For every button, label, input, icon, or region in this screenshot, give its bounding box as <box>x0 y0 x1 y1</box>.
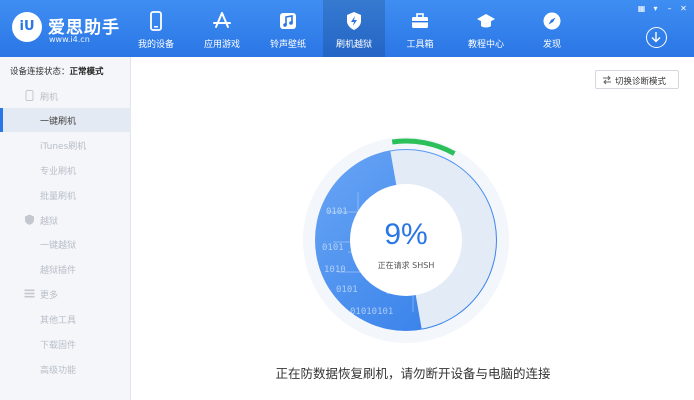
section-label: 更多 <box>40 291 59 301</box>
section-more: 更多 <box>0 283 131 305</box>
sidebar-item-label: 其他工具 <box>40 316 77 326</box>
section-jailbreak: 越狱 <box>0 209 131 231</box>
shield-icon <box>25 214 34 225</box>
section-label: 越狱 <box>40 217 59 227</box>
minimize-icon[interactable]: – <box>663 3 676 14</box>
sidebar-item-label: 越狱插件 <box>40 266 77 276</box>
flash-warning-message: 正在防数据恢复刷机，请勿断开设备与电脑的连接 <box>275 366 551 381</box>
toolbox-icon <box>412 13 428 28</box>
top-bar: iU 爱思助手 www.i4.cn 我的设备 应用游戏 铃声壁纸 刷机越狱 工具… <box>0 0 694 57</box>
nav-toolbox[interactable]: 工具箱 <box>389 0 451 57</box>
flash-icon <box>25 90 34 101</box>
sidebar-item-pro-flash[interactable]: 专业刷机 <box>0 158 131 182</box>
main-panel: 切换诊断模式 0101 0101 1010 0101 01010101 9% 正… <box>132 57 694 400</box>
phone-icon <box>150 11 162 31</box>
close-icon[interactable]: ✕ <box>677 3 690 14</box>
device-status: 设备连接状态：正常模式 <box>10 65 104 77</box>
nav-label: 我的设备 <box>137 40 174 50</box>
progress-percent: 9% <box>384 218 428 251</box>
menu-dropdown-icon[interactable]: ▾ <box>649 3 662 14</box>
nav-label: 应用游戏 <box>203 40 240 50</box>
menu-icon <box>24 289 35 298</box>
nav-flash-jailbreak[interactable]: 刷机越狱 <box>323 0 385 57</box>
sidebar-item-batch-flash[interactable]: 批量刷机 <box>0 183 131 207</box>
sidebar-item-jailbreak-plugins[interactable]: 越狱插件 <box>0 257 131 281</box>
sidebar-item-label: 下载固件 <box>40 341 77 351</box>
nav-label: 工具箱 <box>406 40 434 50</box>
sidebar-item-label: 一键越狱 <box>40 241 77 251</box>
sidebar-item-label: 一键刷机 <box>40 117 77 127</box>
window-controls: ▦ ▾ – ✕ <box>634 3 690 15</box>
nav-my-device[interactable]: 我的设备 <box>125 0 187 57</box>
sidebar-item-label: 专业刷机 <box>40 167 77 177</box>
progress-status: 正在请求 SHSH <box>377 261 435 270</box>
app-logo[interactable]: iU 爱思助手 www.i4.cn <box>12 9 132 49</box>
app-store-icon <box>213 12 231 28</box>
status-value: 正常模式 <box>69 67 104 77</box>
sidebar-item-itunes-flash[interactable]: iTunes刷机 <box>0 133 131 157</box>
sidebar: 设备连接状态：正常模式 刷机 一键刷机 iTunes刷机 专业刷机 批量刷机 越… <box>0 57 131 400</box>
skin-icon[interactable]: ▦ <box>635 3 648 14</box>
nav-label: 发现 <box>542 40 561 50</box>
nav-discover[interactable]: 发现 <box>521 0 583 57</box>
nav-ringtones[interactable]: 铃声壁纸 <box>257 0 319 57</box>
flash-icon <box>347 12 361 30</box>
sidebar-item-label: 高级功能 <box>40 366 77 376</box>
section-label: 刷机 <box>40 93 59 103</box>
status-label: 设备连接状态： <box>10 67 70 77</box>
music-icon <box>280 13 296 29</box>
binary-text: 0101 <box>336 285 358 295</box>
switch-icon <box>603 75 611 85</box>
sidebar-item-label: iTunes刷机 <box>40 142 87 152</box>
diag-button-label: 切换诊断模式 <box>615 77 667 87</box>
nav-label: 铃声壁纸 <box>269 40 306 50</box>
flash-progress-ring: 0101 0101 1010 0101 01010101 9% 正在请求 SHS… <box>298 132 514 348</box>
sidebar-item-one-click-flash[interactable]: 一键刷机 <box>0 108 131 132</box>
nav-label: 教程中心 <box>467 40 504 50</box>
logo-mark: iU <box>12 12 42 42</box>
binary-text: 0101 <box>326 207 348 217</box>
sidebar-item-other-tools[interactable]: 其他工具 <box>0 307 131 331</box>
download-arrow-icon <box>651 32 661 43</box>
sidebar-item-advanced[interactable]: 高级功能 <box>0 357 131 381</box>
compass-icon <box>543 12 561 30</box>
section-flash: 刷机 <box>0 85 131 107</box>
graduation-cap-icon <box>477 14 495 28</box>
nav-tutorials[interactable]: 教程中心 <box>455 0 517 57</box>
nav-label: 刷机越狱 <box>335 40 372 50</box>
sidebar-item-one-click-jailbreak[interactable]: 一键越狱 <box>0 232 131 256</box>
nav-apps-games[interactable]: 应用游戏 <box>191 0 253 57</box>
sidebar-item-label: 批量刷机 <box>40 192 77 202</box>
switch-diagnostic-mode-button[interactable]: 切换诊断模式 <box>595 70 679 89</box>
binary-text: 01010101 <box>350 307 393 317</box>
sidebar-item-download-firmware[interactable]: 下载固件 <box>0 332 131 356</box>
download-button[interactable] <box>646 27 667 48</box>
app-url: www.i4.cn <box>49 35 90 44</box>
